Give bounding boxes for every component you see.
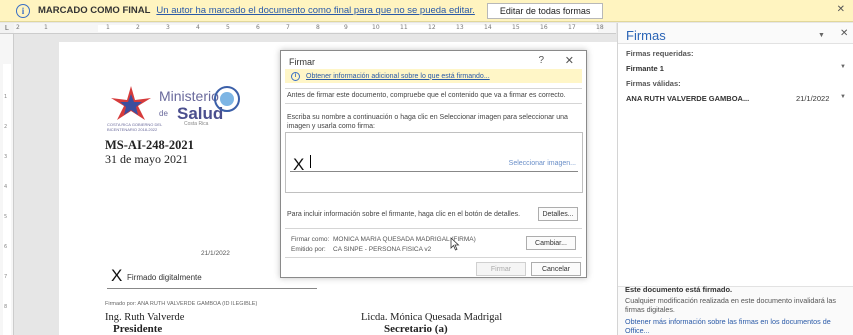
ruler-number: 5 bbox=[4, 214, 8, 220]
signature-line bbox=[290, 171, 578, 172]
ruler-number: 2 bbox=[16, 24, 20, 31]
details-text: Para incluir información sobre el firman… bbox=[287, 211, 521, 218]
signature-date: 21/1/2022 bbox=[201, 250, 230, 257]
ruler-text-area bbox=[98, 25, 598, 32]
ruler-number: 8 bbox=[4, 304, 8, 310]
signature-x-mark: X bbox=[293, 155, 305, 174]
signer2-name: Licda. Mónica Quesada Madrigal bbox=[361, 312, 503, 323]
ruler-number: 18 bbox=[596, 24, 604, 31]
logo-country: Costa Rica bbox=[184, 121, 209, 127]
dialog-instructions: Escriba su nombre a continuación o haga … bbox=[287, 114, 568, 130]
close-icon[interactable]: ✕ bbox=[565, 54, 574, 67]
dialog-intro: Antes de firmar este documento, comprueb… bbox=[287, 92, 566, 99]
valid-signature-item[interactable]: ANA RUTH VALVERDE GAMBOA... bbox=[626, 94, 749, 103]
ruler-number: 15 bbox=[512, 24, 520, 31]
ruler-number: 3 bbox=[166, 24, 170, 31]
vertical-ruler[interactable]: 1 2 3 4 5 6 7 8 bbox=[0, 34, 14, 335]
document-date: 31 de mayo 2021 bbox=[105, 152, 188, 166]
signatures-pane: Firmas ▼ ✕ Firmas requeridas: Firmante 1… bbox=[617, 23, 853, 335]
ruler-number: 5 bbox=[226, 24, 230, 31]
help-icon[interactable]: ? bbox=[538, 55, 544, 66]
ruler-number: 4 bbox=[196, 24, 200, 31]
ruler-number: 14 bbox=[484, 24, 492, 31]
ruler-number: 6 bbox=[4, 244, 8, 250]
ruler-number: 2 bbox=[4, 124, 8, 130]
issued-by-value: CA SINPE - PERSONA FISICA v2 bbox=[333, 246, 432, 253]
logo-de: de bbox=[159, 109, 168, 118]
chevron-down-icon[interactable]: ▼ bbox=[840, 94, 846, 100]
info-icon: i bbox=[16, 3, 30, 18]
text-caret bbox=[310, 155, 311, 168]
ruler-number: 7 bbox=[286, 24, 290, 31]
sign-as-label: Firmar como: bbox=[291, 236, 330, 243]
logo-caption: COSTA RICA GOBIERNO DEL BICENTENARIO 201… bbox=[107, 122, 163, 132]
dialog-title: Firmar bbox=[289, 57, 315, 67]
marked-final-link[interactable]: Un autor ha marcado el documento como fi… bbox=[156, 5, 474, 16]
signature-input-box[interactable]: X Seleccionar imagen... bbox=[285, 132, 583, 193]
chevron-down-icon[interactable]: ▼ bbox=[818, 32, 825, 39]
signer1-role: Presidente bbox=[113, 323, 163, 335]
info-icon: i bbox=[291, 71, 300, 81]
ruler-number: 1 bbox=[44, 24, 48, 31]
signature-line bbox=[107, 288, 317, 289]
message-bar: i MARCADO COMO FINAL Un autor ha marcado… bbox=[0, 0, 853, 22]
cancel-button[interactable]: Cancelar bbox=[531, 262, 581, 276]
logo-ministerio: Ministerio bbox=[159, 88, 219, 104]
signed-status-title: Este documento está firmado. bbox=[625, 285, 733, 294]
select-image-link[interactable]: Seleccionar imagen... bbox=[509, 160, 576, 167]
pane-title: Firmas bbox=[626, 28, 666, 43]
issued-by-label: Emitido por: bbox=[291, 246, 326, 253]
divider bbox=[285, 257, 582, 258]
valid-signatures-header: Firmas válidas: bbox=[626, 79, 681, 88]
required-signature-item[interactable]: Firmante 1 bbox=[626, 64, 664, 73]
tab-selector[interactable]: L bbox=[0, 23, 14, 34]
ruler-number: 17 bbox=[568, 24, 576, 31]
valid-signature-date: 21/1/2022 bbox=[796, 94, 830, 103]
sign-button[interactable]: Firmar bbox=[476, 262, 526, 276]
ruler-number: 1 bbox=[106, 24, 110, 31]
divider bbox=[285, 103, 582, 104]
sign-dialog[interactable]: Firmar ? ✕ i Obtener información adicion… bbox=[280, 50, 587, 278]
more-info-link[interactable]: Obtener información adicional sobre lo q… bbox=[306, 73, 490, 80]
signer1-name: Ing. Ruth Valverde bbox=[105, 312, 185, 323]
ruler-number: 7 bbox=[4, 274, 8, 280]
signature-x-mark: X bbox=[111, 266, 123, 285]
ruler-number: 12 bbox=[428, 24, 436, 31]
signature-signed-by: Firmado por: ANA RUTH VALVERDE GAMBOA (I… bbox=[105, 301, 258, 307]
ruler-number: 6 bbox=[256, 24, 260, 31]
ministry-star-logo-icon bbox=[111, 86, 151, 120]
signed-status-text: Cualquier modificación realizada en este… bbox=[625, 296, 836, 314]
chevron-down-icon[interactable]: ▼ bbox=[840, 64, 846, 70]
ruler-number: 3 bbox=[4, 154, 8, 160]
ruler-number: 16 bbox=[540, 24, 548, 31]
document-number: MS-AI-248-2021 bbox=[105, 138, 194, 152]
details-button[interactable]: Detalles... bbox=[538, 207, 578, 221]
learn-more-link[interactable]: Obtener más información sobre las firmas… bbox=[625, 317, 849, 335]
signatures-list: Firmas requeridas: Firmante 1 ▼ Firmas v… bbox=[618, 43, 853, 287]
seal-icon bbox=[214, 86, 240, 112]
ruler-number: 4 bbox=[4, 184, 8, 190]
ruler-text-area bbox=[3, 64, 11, 335]
ruler-number: 13 bbox=[456, 24, 464, 31]
close-icon[interactable]: ✕ bbox=[840, 28, 848, 39]
mouse-cursor-icon bbox=[450, 237, 460, 251]
ruler-number: 2 bbox=[136, 24, 140, 31]
ruler-number: 1 bbox=[4, 94, 8, 100]
change-button[interactable]: Cambiar... bbox=[526, 236, 576, 250]
horizontal-ruler[interactable]: 2 1 1 2 3 4 5 6 7 8 9 10 11 12 13 14 15 … bbox=[14, 23, 616, 34]
ruler-number: 8 bbox=[316, 24, 320, 31]
divider bbox=[285, 228, 582, 229]
close-icon[interactable]: ✕ bbox=[837, 4, 845, 15]
ruler-number: 10 bbox=[372, 24, 380, 31]
dialog-info-bar: i Obtener información adicional sobre lo… bbox=[285, 69, 582, 83]
edit-anyway-button[interactable]: Editar de todas formas bbox=[486, 2, 604, 19]
signer2-role: Secretario (a) bbox=[384, 323, 448, 335]
marked-final-title: MARCADO COMO FINAL bbox=[38, 5, 151, 16]
required-signatures-header: Firmas requeridas: bbox=[626, 49, 694, 58]
signature-label: Firmado digitalmente bbox=[127, 273, 202, 282]
divider bbox=[285, 88, 582, 89]
ruler-number: 11 bbox=[400, 24, 408, 31]
ruler-number: 9 bbox=[344, 24, 348, 31]
